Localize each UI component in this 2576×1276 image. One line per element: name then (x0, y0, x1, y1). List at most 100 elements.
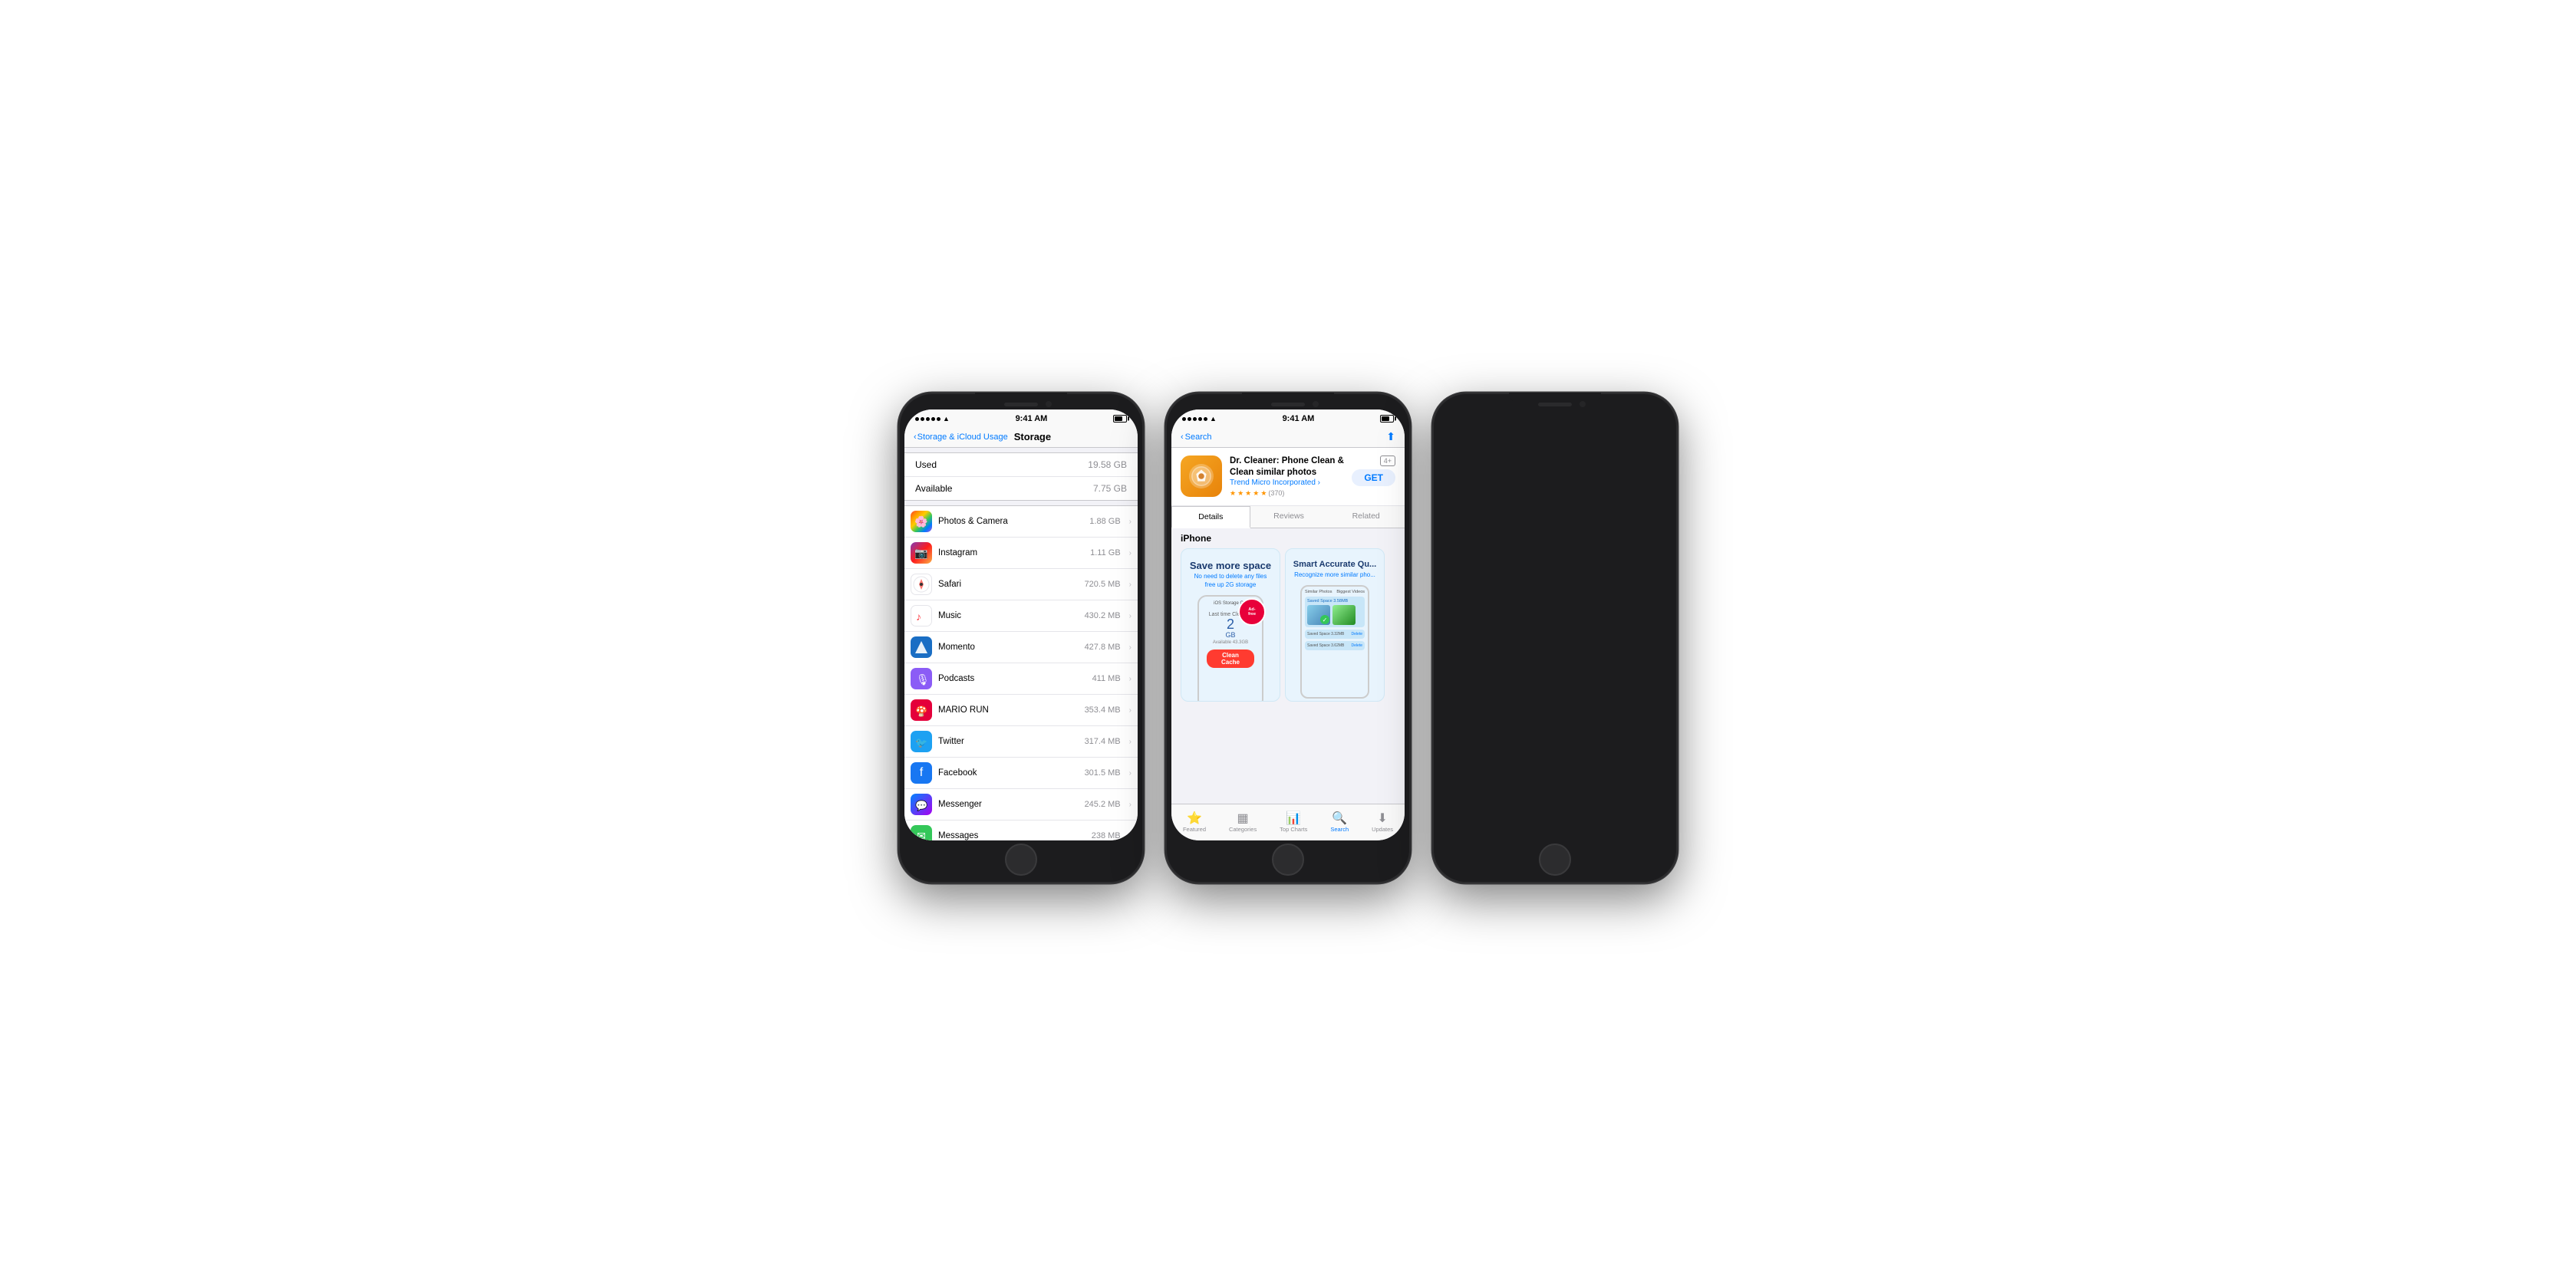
chevron-music: › (1129, 612, 1132, 620)
list-item[interactable]: f Facebook 301.5 MB › (904, 758, 1138, 789)
app-icon-safari (911, 574, 932, 595)
iphone-label: iPhone (1171, 528, 1405, 548)
chevron-mario: › (1129, 706, 1132, 715)
wifi-icon-1: ▲ (943, 415, 950, 423)
phone-3: ▲ 9:41 AM Hello! Plug in your iXpand Dri… (1432, 393, 1678, 883)
storage-available-row: Available 7.75 GB (904, 477, 1138, 500)
svg-text:🎙: 🎙 (916, 673, 930, 686)
chevron-podcasts: › (1129, 675, 1132, 683)
get-button[interactable]: GET (1352, 469, 1395, 486)
tab-details[interactable]: Details (1171, 506, 1250, 528)
screenshots-section: Save more space No need to delete any fi… (1171, 548, 1405, 708)
list-item[interactable]: ✉ Messages 238 MB › (904, 821, 1138, 840)
updates-icon: ⬇ (1377, 813, 1387, 825)
tab-featured[interactable]: ⭐ Featured (1183, 813, 1206, 833)
dot-2 (921, 417, 924, 421)
star-5: ★ (1260, 489, 1267, 498)
rating-count: (370) (1268, 489, 1284, 497)
time-1: 9:41 AM (1016, 414, 1048, 423)
chevron-messages: › (1129, 832, 1132, 840)
screenshot-2: Smart Accurate Qu... Recognize more simi… (1285, 548, 1385, 702)
screenshot-1: Save more space No need to delete any fi… (1181, 548, 1280, 702)
app-size-messenger: 245.2 MB (1085, 800, 1121, 809)
battery-1 (1113, 415, 1127, 423)
categories-label: Categories (1229, 826, 1257, 833)
time-2: 9:41 AM (1283, 414, 1315, 423)
dot2-5 (1204, 417, 1207, 421)
p2-share-icon[interactable]: ⬆ (1386, 430, 1395, 443)
app-size-instagram: 1.11 GB (1090, 548, 1121, 557)
list-item[interactable]: Safari 720.5 MB › (904, 569, 1138, 600)
dot-3 (926, 417, 930, 421)
dot2-1 (1182, 417, 1186, 421)
list-item[interactable]: 💬 Messenger 245.2 MB › (904, 789, 1138, 821)
svg-text:♪: ♪ (916, 610, 921, 623)
tab-search[interactable]: 🔍 Search (1330, 813, 1349, 833)
chevron-instagram: › (1129, 549, 1132, 557)
tab-top-charts[interactable]: 📊 Top Charts (1280, 813, 1307, 833)
signal-dots-2 (1182, 417, 1207, 421)
star-1: ★ (1230, 489, 1236, 498)
app-size-momento: 427.8 MB (1085, 643, 1121, 652)
home-button-3[interactable] (1539, 844, 1571, 876)
app-name-safari: Safari (938, 580, 1079, 589)
featured-label: Featured (1183, 826, 1206, 833)
list-item[interactable]: 📷 Instagram 1.11 GB › (904, 538, 1138, 569)
status-bar-1: ▲ 9:41 AM (904, 409, 1138, 426)
svg-text:🍄: 🍄 (915, 705, 927, 717)
home-button-1[interactable] (1005, 844, 1037, 876)
dot2-3 (1193, 417, 1197, 421)
app-size-twitter: 317.4 MB (1085, 737, 1121, 746)
p2-back-chevron: ‹ (1181, 432, 1184, 442)
chevron-safari: › (1129, 580, 1132, 589)
chevron-twitter: › (1129, 738, 1132, 746)
age-rating: 4+ (1380, 455, 1395, 466)
app-size-safari: 720.5 MB (1085, 580, 1121, 589)
available-label: Available (915, 483, 952, 494)
phone-2: ▲ 9:41 AM ‹ Search ⬆ (1165, 393, 1411, 883)
p2-back-label: Search (1185, 432, 1212, 442)
app-icon-mario: 🍄 (911, 699, 932, 721)
search-label: Search (1330, 826, 1349, 833)
list-item[interactable]: 🐦 Twitter 317.4 MB › (904, 726, 1138, 758)
top-charts-label: Top Charts (1280, 826, 1307, 833)
list-item[interactable]: 🎙 Podcasts 411 MB › (904, 663, 1138, 695)
list-item[interactable]: 🍄 MARIO RUN 353.4 MB › (904, 695, 1138, 726)
app-icon-messages: ✉ (911, 825, 932, 840)
p2-back-button[interactable]: ‹ Search (1181, 432, 1212, 442)
app-icon-podcasts: 🎙 (911, 668, 932, 689)
tab-related[interactable]: Related (1327, 506, 1405, 528)
app-list: 🌸 Photos & Camera 1.88 GB › 📷 Instagram … (904, 505, 1138, 840)
tab-reviews[interactable]: Reviews (1250, 506, 1328, 528)
dot-4 (931, 417, 935, 421)
home-button-2[interactable] (1272, 844, 1304, 876)
app-size-mario: 353.4 MB (1085, 705, 1121, 715)
nav-header-1: ‹ Storage & iCloud Usage Storage (904, 426, 1138, 448)
app-detail: Dr. Cleaner: Phone Clean &Clean similar … (1171, 448, 1405, 506)
chevron-messenger: › (1129, 801, 1132, 809)
list-item[interactable]: Momento 427.8 MB › (904, 632, 1138, 663)
tab-updates[interactable]: ⬇ Updates (1372, 813, 1393, 833)
svg-text:🐦: 🐦 (915, 737, 927, 748)
list-item[interactable]: ♪ Music 430.2 MB › (904, 600, 1138, 632)
app-actions: 4+ GET (1352, 455, 1395, 486)
back-button-1[interactable]: ‹ Storage & iCloud Usage (914, 432, 1008, 442)
tab-categories[interactable]: ▦ Categories (1229, 813, 1257, 833)
speaker-2 (1271, 403, 1305, 406)
app-size-photos: 1.88 GB (1089, 517, 1120, 526)
app-icon-music: ♪ (911, 605, 932, 626)
app-size-music: 430.2 MB (1085, 611, 1121, 620)
camera-1 (1046, 401, 1052, 407)
chevron-momento: › (1129, 643, 1132, 652)
app-name-label: Dr. Cleaner: Phone Clean &Clean similar … (1230, 455, 1344, 479)
updates-label: Updates (1372, 826, 1393, 833)
app-icon-twitter: 🐦 (911, 731, 932, 752)
screenshot-title-2: Smart Accurate Qu... (1287, 549, 1382, 571)
app-name-photos: Photos & Camera (938, 517, 1083, 526)
app-size-facebook: 301.5 MB (1085, 768, 1121, 778)
screenshot-title-1: Save more space (1184, 549, 1277, 574)
list-item[interactable]: 🌸 Photos & Camera 1.88 GB › (904, 506, 1138, 538)
star-4: ★ (1253, 489, 1259, 498)
signal-dots-1 (915, 417, 940, 421)
bottom-tab-bar: ⭐ Featured ▦ Categories 📊 Top Charts 🔍 S… (1171, 804, 1405, 840)
